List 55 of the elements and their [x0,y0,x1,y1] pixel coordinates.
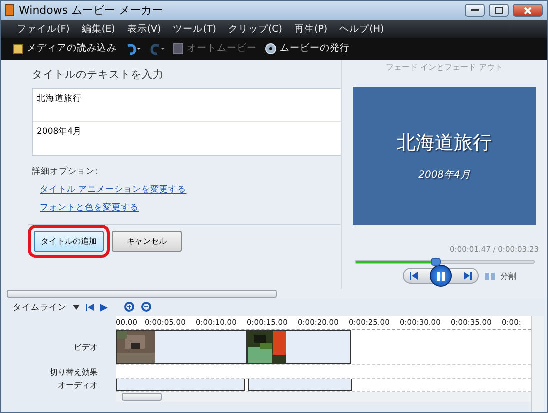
option-link[interactable]: フォントと色を変更する [40,202,139,214]
menu-item[interactable]: ツール(T) [173,23,216,36]
next-frame-icon[interactable] [462,272,472,280]
toolbar-button[interactable]: メディアの読み込み [13,42,117,55]
maximize-button[interactable] [489,4,509,17]
pause-button[interactable] [430,265,452,287]
zoom-in-icon[interactable] [124,302,135,313]
close-icon [524,6,532,14]
title-text-field[interactable]: 北海道旅行 2008年4月 [32,88,341,156]
redo-icon [149,42,165,54]
disc-icon [265,42,277,54]
menu-item[interactable]: 再生(P) [294,23,328,36]
cancel-button[interactable]: キャンセル [112,231,182,252]
effect-label: フェード インとフェード アウト [386,62,504,73]
close-button[interactable] [513,4,543,17]
pause-icon [436,272,444,280]
play-icon[interactable] [100,304,108,312]
track-label: オーディオ [57,380,99,392]
timeline-menu[interactable]: タイムライン [13,302,67,314]
options-label: 詳細オプション: [32,166,99,178]
menu-item[interactable]: クリップ(C) [228,23,282,36]
timeline-scrollbar[interactable] [116,392,531,402]
slider-thumb[interactable] [430,258,441,266]
preview-subtitle: 2008年4月 [418,169,470,182]
option-link[interactable]: タイトル アニメーションを変更する [40,184,187,196]
minimize-button[interactable] [465,4,485,17]
minimize-icon [471,9,479,12]
video-clip[interactable] [247,330,351,364]
menu-item[interactable]: 編集(E) [82,23,116,36]
dropdown-icon[interactable] [73,305,80,310]
horizontal-scrollbar[interactable] [1,289,547,299]
window-title: Windows ムービー メーカー [19,3,164,18]
scroll-thumb[interactable] [7,290,277,298]
toolbar-button[interactable]: ムービーの発行 [265,42,350,55]
vertical-scrollbar[interactable] [531,316,544,412]
previous-frame-icon[interactable] [410,272,420,280]
preview-title: 北海道旅行 [397,131,492,156]
video-clip[interactable] [116,330,247,364]
toolbar-button[interactable] [125,42,141,54]
menu-item[interactable]: 表示(V) [127,23,162,36]
audio-clip[interactable] [116,379,245,391]
scroll-thumb[interactable] [122,393,162,401]
folder-icon [13,42,24,54]
undo-icon [125,42,141,54]
seek-slider[interactable] [354,260,534,264]
audio-clip[interactable] [248,379,352,391]
section-heading: タイトルのテキストを入力 [32,68,165,82]
rewind-icon[interactable] [86,304,94,311]
maximize-icon [495,7,503,14]
menu-item[interactable]: ヘルプ(H) [340,23,384,36]
split-label[interactable]: 分割 [500,270,516,282]
track-label: 切り替え効果 [49,366,99,378]
zoom-out-icon[interactable] [141,302,152,313]
menu-item[interactable]: ファイル(F) [17,23,70,36]
track-label: ビデオ [73,342,99,354]
